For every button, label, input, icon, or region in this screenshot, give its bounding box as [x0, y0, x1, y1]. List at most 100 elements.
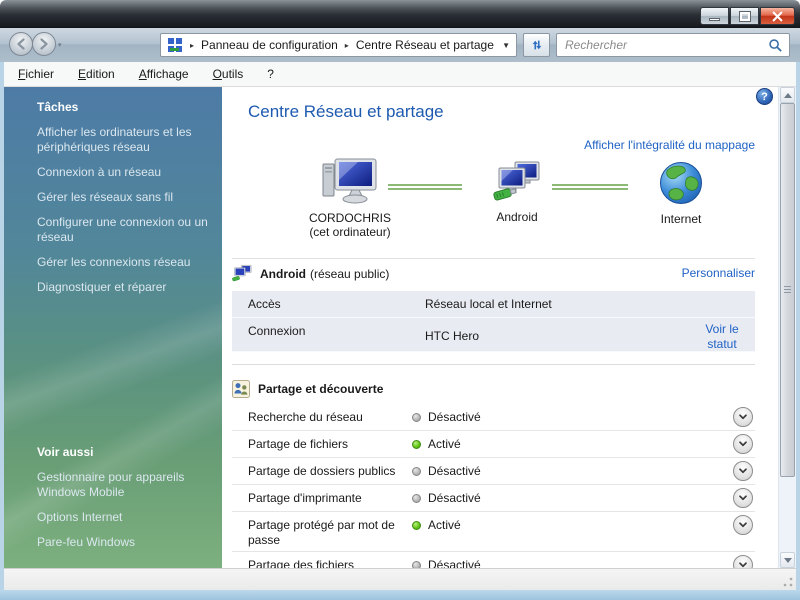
- sidebar-item-internet-options[interactable]: Options Internet: [37, 510, 210, 525]
- expand-button[interactable]: [733, 488, 753, 508]
- chevron-down-icon: [737, 519, 749, 531]
- minimize-icon: [709, 18, 720, 21]
- menu-bar: Fichier Edition Affichage Outils ?: [4, 62, 796, 87]
- sharing-row-public-folder: Partage de dossiers publics Désactivé: [232, 458, 755, 485]
- forward-button[interactable]: [32, 32, 56, 56]
- sharing-row-password-protected: Partage protégé par mot de passe Activé: [232, 512, 755, 552]
- title-bar[interactable]: [0, 0, 800, 28]
- resize-grip[interactable]: [782, 576, 794, 588]
- sharing-row-status: Désactivé: [428, 491, 481, 505]
- breadcrumb-item-network-center[interactable]: Centre Réseau et partage: [356, 38, 494, 52]
- sharing-row-media-sharing: Partage des fichiers multimédias Désacti…: [232, 552, 755, 568]
- map-node-sublabel: (cet ordinateur): [270, 225, 430, 239]
- status-dot-icon: [412, 494, 421, 503]
- expand-button[interactable]: [733, 555, 753, 568]
- sharing-row-status: Désactivé: [428, 410, 481, 424]
- window-bottom-frame: [0, 590, 800, 600]
- connection-row: Connexion HTC Hero Voir le statut: [232, 318, 755, 352]
- navigation-bar: ▾ ▸ Panneau de configuration ▸ Centre Ré…: [0, 28, 800, 62]
- main-panel: Centre Réseau et partage ? Afficher l'in…: [222, 87, 778, 568]
- chevron-down-icon: [737, 438, 749, 450]
- map-node-internet[interactable]: Internet: [611, 161, 751, 226]
- map-node-label: Internet: [611, 212, 751, 226]
- menu-help[interactable]: ?: [267, 67, 274, 81]
- sharing-row-status: Activé: [428, 518, 461, 532]
- network-icon: [493, 161, 541, 203]
- page-title: Centre Réseau et partage: [248, 102, 444, 122]
- network-name: Android: [260, 267, 306, 281]
- access-value: Réseau local et Internet: [425, 291, 755, 317]
- breadcrumb-item-control-panel[interactable]: Panneau de configuration: [201, 38, 338, 52]
- menu-fichier[interactable]: Fichier: [18, 67, 54, 81]
- sharing-row-status: Désactivé: [428, 464, 481, 478]
- scrollbar-thumb[interactable]: [780, 103, 795, 477]
- search-icon[interactable]: [768, 38, 783, 53]
- search-input[interactable]: [563, 37, 768, 53]
- sharing-people-icon: [232, 380, 250, 398]
- map-node-network[interactable]: Android: [447, 161, 587, 224]
- sidebar-item-manage-connections[interactable]: Gérer les connexions réseau: [37, 255, 210, 270]
- sharing-title: Partage et découverte: [258, 382, 383, 396]
- section-divider: [232, 258, 755, 259]
- menu-outils[interactable]: Outils: [213, 67, 244, 81]
- sharing-row-label: Partage des fichiers multimédias: [232, 552, 412, 568]
- sidebar-item-windows-mobile[interactable]: Gestionnaire pour appareils Windows Mobi…: [37, 470, 210, 500]
- sidebar-item-windows-firewall[interactable]: Pare-feu Windows: [37, 535, 210, 550]
- sidebar-item-setup-connection[interactable]: Configurer une connexion ou un réseau: [37, 215, 210, 245]
- address-bar[interactable]: ▸ Panneau de configuration ▸ Centre Rése…: [160, 33, 517, 57]
- window-controls: [700, 7, 795, 25]
- computer-icon: [322, 158, 378, 204]
- refresh-button[interactable]: [523, 33, 550, 57]
- address-dropdown-icon[interactable]: ▼: [502, 41, 510, 50]
- sharing-row-label: Partage de fichiers: [232, 431, 412, 452]
- breadcrumb-arrow-icon: ▸: [190, 41, 194, 50]
- expand-button[interactable]: [733, 515, 753, 535]
- search-box: [556, 33, 790, 57]
- maximize-icon: [740, 12, 750, 21]
- sidebar-item-connect-network[interactable]: Connexion à un réseau: [37, 165, 210, 180]
- help-button[interactable]: ?: [756, 88, 773, 105]
- view-full-map-link[interactable]: Afficher l'intégralité du mappage: [584, 138, 755, 152]
- expand-button[interactable]: [733, 461, 753, 481]
- refresh-icon: [530, 38, 544, 52]
- scroll-up-button[interactable]: [780, 87, 795, 103]
- scroll-down-button[interactable]: [780, 552, 795, 568]
- map-node-label: Android: [447, 210, 587, 224]
- sidebar-item-diagnose-repair[interactable]: Diagnostiquer et réparer: [37, 280, 210, 295]
- network-mini-icon: [232, 264, 252, 283]
- control-panel-icon: [167, 37, 183, 53]
- sharing-list: Recherche du réseau Désactivé Partage de…: [232, 404, 755, 568]
- expand-button[interactable]: [733, 434, 753, 454]
- recent-pages-dropdown[interactable]: ▾: [58, 41, 62, 49]
- expand-button[interactable]: [733, 407, 753, 427]
- sidebar-item-view-computers[interactable]: Afficher les ordinateurs et les périphér…: [37, 125, 210, 155]
- minimize-button[interactable]: [700, 7, 729, 25]
- map-node-this-computer[interactable]: CORDOCHRIS (cet ordinateur): [270, 158, 430, 239]
- sharing-row-status: Activé: [428, 437, 461, 451]
- close-button[interactable]: [760, 7, 795, 25]
- sharing-row-label: Partage protégé par mot de passe: [232, 512, 412, 548]
- sharing-row-network-discovery: Recherche du réseau Désactivé: [232, 404, 755, 431]
- vertical-scrollbar[interactable]: [778, 87, 796, 568]
- connection-label: Connexion: [232, 318, 425, 351]
- view-status-link[interactable]: Voir le statut: [693, 322, 751, 352]
- scrollbar-grip-icon: [784, 286, 791, 293]
- vista-window: ▾ ▸ Panneau de configuration ▸ Centre Ré…: [0, 0, 800, 600]
- customize-link[interactable]: Personnaliser: [682, 266, 755, 280]
- chevron-down-icon: [737, 411, 749, 423]
- sidebar-item-manage-wireless[interactable]: Gérer les réseaux sans fil: [37, 190, 210, 205]
- back-button[interactable]: [9, 32, 33, 56]
- sharing-section-header: Partage et découverte: [232, 380, 383, 398]
- network-section-header: Android (réseau public): [232, 264, 389, 283]
- menu-affichage[interactable]: Affichage: [139, 67, 189, 81]
- sharing-row-label: Partage d'imprimante: [232, 485, 412, 506]
- menu-edition[interactable]: Edition: [78, 67, 115, 81]
- network-kind: (réseau public): [310, 267, 389, 281]
- chevron-down-icon: [737, 559, 749, 568]
- scroll-up-icon: [784, 93, 792, 98]
- task-pane: Tâches Afficher les ordinateurs et les p…: [4, 87, 222, 568]
- access-row: Accès Réseau local et Internet: [232, 291, 755, 318]
- close-icon: [772, 11, 783, 22]
- sharing-row-status: Désactivé: [428, 558, 481, 568]
- maximize-button[interactable]: [730, 7, 759, 25]
